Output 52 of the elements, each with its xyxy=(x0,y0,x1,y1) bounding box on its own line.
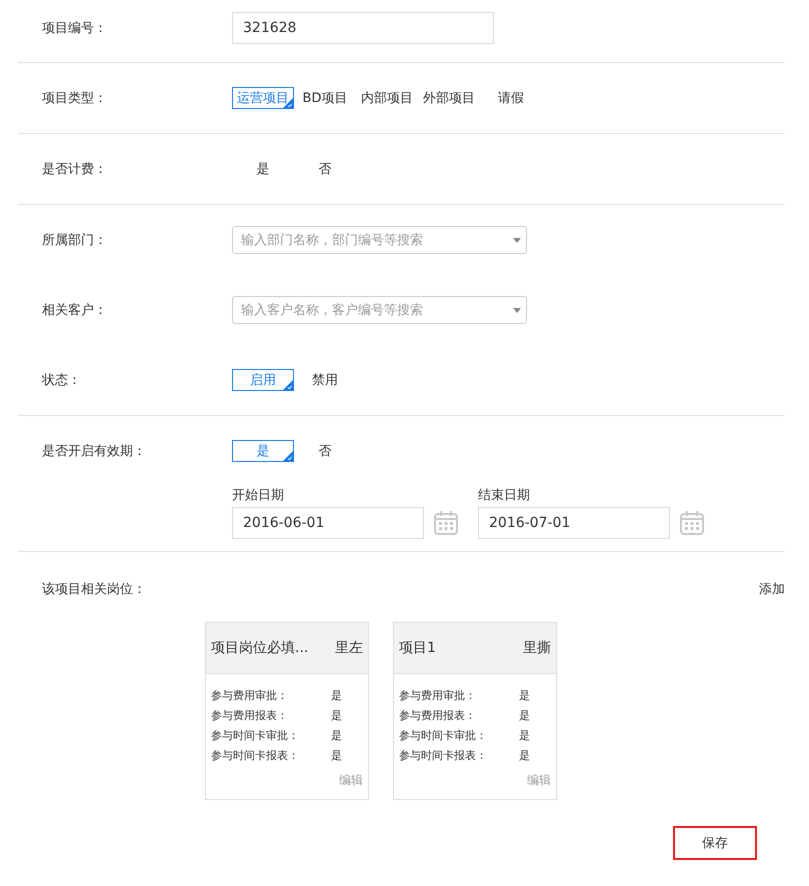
attribute-label: 参与时间卡审批： xyxy=(399,728,488,744)
attribute-label: 参与费用审批： xyxy=(211,688,289,704)
select-field[interactable]: 输入客户名称，客户编号等搜索 xyxy=(232,296,527,324)
attribute-value: 是 xyxy=(519,728,530,744)
caret-icon[interactable] xyxy=(513,238,521,243)
attribute-value: 是 xyxy=(331,728,342,744)
date-field[interactable]: 2016-06-01 xyxy=(232,507,424,539)
field-label: 项目类型： xyxy=(41,90,108,107)
attribute-value: 是 xyxy=(519,688,530,704)
option-tag[interactable]: 运营项目 xyxy=(232,87,294,109)
check-corner-icon xyxy=(283,380,293,390)
attribute-value: 是 xyxy=(331,748,342,764)
attribute-label: 参与费用审批： xyxy=(399,688,477,704)
option-tag[interactable]: 否 xyxy=(294,158,356,180)
check-corner-icon xyxy=(283,451,293,461)
option-tag[interactable]: 是 xyxy=(232,158,294,180)
attribute-value: 是 xyxy=(519,708,530,724)
person-name: 里撕 xyxy=(523,639,551,657)
field-label: 项目编号： xyxy=(41,20,108,37)
attribute-value: 是 xyxy=(331,688,342,704)
field-label: 状态： xyxy=(40,372,82,389)
card-title: 项目1 xyxy=(399,639,436,657)
option-tag[interactable]: 启用 xyxy=(232,369,294,391)
field-label: 所属部门： xyxy=(41,232,108,249)
save-button[interactable]: 保存 xyxy=(673,826,757,860)
attribute-label: 参与时间卡审批： xyxy=(211,728,300,744)
field-label: 相关客户： xyxy=(41,302,108,319)
option-tag[interactable]: 是 xyxy=(232,440,294,462)
attribute-label: 参与费用报表： xyxy=(211,708,289,724)
date-label: 结束日期 xyxy=(478,487,531,504)
add-link[interactable]: 添加 xyxy=(759,580,785,598)
attribute-label: 参与费用报表： xyxy=(399,708,477,724)
person-name: 里左 xyxy=(335,639,363,657)
option-tag[interactable]: 禁用 xyxy=(294,369,356,391)
option-tag[interactable]: 请假 xyxy=(480,87,542,109)
attribute-value: 是 xyxy=(519,748,530,764)
option-tag[interactable]: 否 xyxy=(294,440,356,462)
field-label: 该项目相关岗位： xyxy=(41,581,147,598)
card-title: 项目岗位必填... xyxy=(211,639,308,657)
attribute-label: 参与时间卡报表： xyxy=(211,748,300,764)
attribute-value: 是 xyxy=(331,708,342,724)
field-label: 是否开启有效期： xyxy=(41,443,147,460)
attribute-label: 参与时间卡报表： xyxy=(399,748,488,764)
caret-icon[interactable] xyxy=(513,308,521,313)
select-field[interactable]: 输入部门名称，部门编号等搜索 xyxy=(232,226,527,254)
option-tag[interactable]: 外部项目 xyxy=(418,87,480,109)
option-tag[interactable]: 内部项目 xyxy=(356,87,418,109)
field-label: 是否计费： xyxy=(41,161,108,178)
option-tag[interactable]: BD项目 xyxy=(294,87,356,109)
date-field[interactable]: 2016-07-01 xyxy=(478,507,670,539)
input-field[interactable]: 321628 xyxy=(232,12,494,44)
date-label: 开始日期 xyxy=(232,487,285,504)
